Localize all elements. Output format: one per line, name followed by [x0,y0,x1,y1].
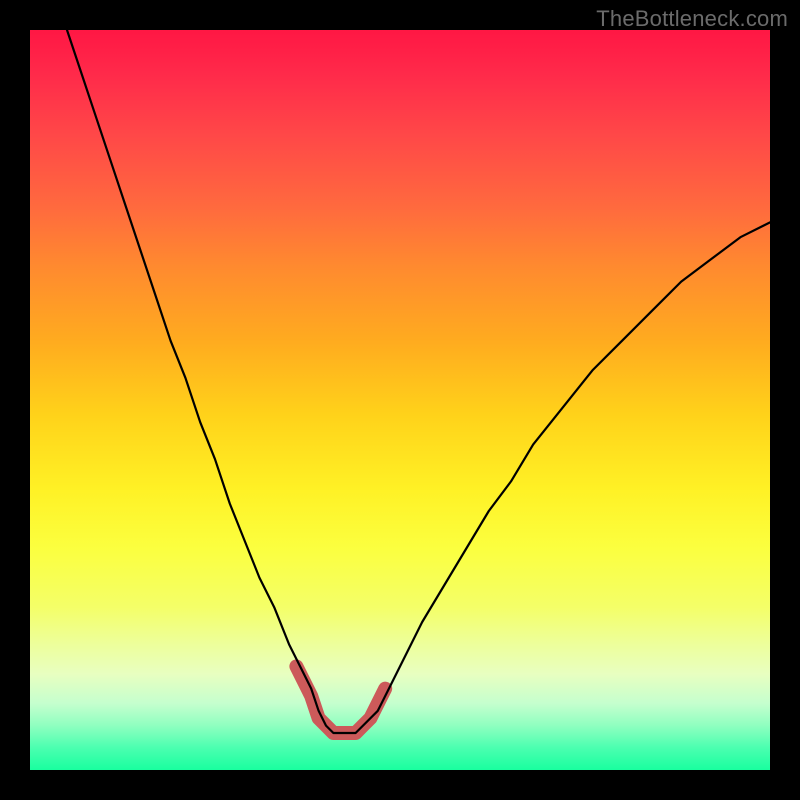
bottleneck-curve [67,30,770,733]
valley-highlight [296,666,385,733]
app-frame: TheBottleneck.com [0,0,800,800]
watermark-text: TheBottleneck.com [596,6,788,32]
plot-area [30,30,770,770]
bottleneck-curve-svg [30,30,770,770]
